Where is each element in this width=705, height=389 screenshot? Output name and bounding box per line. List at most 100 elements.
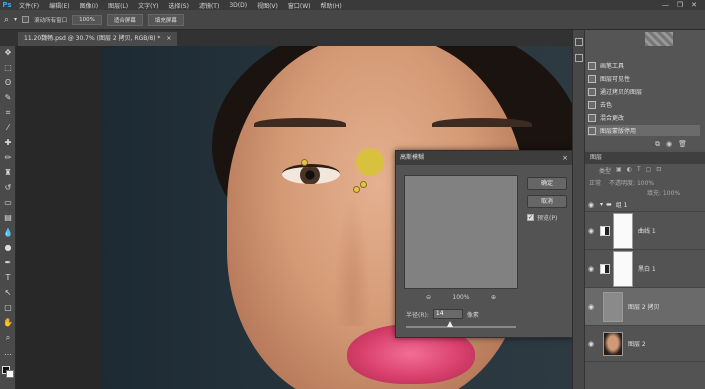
color-sampler-pin[interactable] bbox=[360, 181, 367, 188]
layer-row[interactable]: ◉ 图层 2 bbox=[585, 326, 705, 362]
layer-visibility-icon[interactable]: ◉ bbox=[585, 265, 597, 273]
radius-slider-track[interactable] bbox=[406, 326, 516, 328]
layer-mask-thumbnail[interactable] bbox=[613, 250, 633, 287]
filter-adjustment-icon[interactable]: ◐ bbox=[627, 166, 632, 175]
history-brush-tool-icon[interactable]: ↺ bbox=[2, 183, 14, 193]
clone-stamp-tool-icon[interactable]: ♜ bbox=[2, 168, 14, 178]
layer-row-selected[interactable]: ◉ 图层 2 拷贝 bbox=[585, 288, 705, 326]
pen-tool-icon[interactable]: ✒ bbox=[2, 258, 14, 268]
opacity-field[interactable]: 不透明度: 100% bbox=[609, 178, 654, 187]
history-item-active[interactable]: 图层蒙版停用 bbox=[588, 125, 700, 136]
menu-view[interactable]: 视图(V) bbox=[252, 1, 283, 10]
layer-visibility-icon[interactable]: ◉ bbox=[585, 227, 597, 235]
preview-zoom-row: ⊖ 100% ⊕ bbox=[426, 294, 496, 301]
dialog-close-icon[interactable]: × bbox=[562, 151, 568, 165]
more-tools-icon[interactable]: … bbox=[2, 348, 14, 358]
filter-smart-icon[interactable]: ⊡ bbox=[656, 166, 661, 175]
maximize-button[interactable]: ❐ bbox=[677, 1, 683, 9]
layer-group-row[interactable]: ◉ ▾ ▬ 组 1 bbox=[585, 198, 705, 212]
eraser-tool-icon[interactable]: ▭ bbox=[2, 198, 14, 208]
color-sampler-pin[interactable] bbox=[301, 159, 308, 166]
dialog-title-bar[interactable]: 高斯模糊 × bbox=[396, 151, 572, 165]
new-document-from-state-icon[interactable]: ⧉ bbox=[655, 140, 660, 149]
type-tool-icon[interactable]: T bbox=[2, 273, 14, 283]
zoom-out-icon[interactable]: ⊖ bbox=[426, 294, 431, 301]
dodge-tool-icon[interactable]: ● bbox=[2, 243, 14, 253]
layers-tab[interactable]: 图层 bbox=[585, 152, 705, 164]
menu-type[interactable]: 文字(Y) bbox=[133, 1, 163, 10]
history-item[interactable]: 图层可见性 bbox=[588, 73, 630, 84]
layer-row[interactable]: ◉ 曲线 1 bbox=[585, 212, 705, 250]
lasso-tool-icon[interactable]: ʘ bbox=[2, 78, 14, 88]
zoom-tool-icon[interactable]: ⌕ bbox=[4, 15, 9, 25]
filter-shape-icon[interactable]: ▢ bbox=[646, 166, 652, 175]
marquee-tool-icon[interactable]: ⬚ bbox=[2, 63, 14, 73]
filter-pixel-icon[interactable]: ▣ bbox=[616, 166, 622, 175]
crop-tool-icon[interactable]: ⌗ bbox=[2, 108, 14, 118]
menu-image[interactable]: 图像(I) bbox=[75, 1, 103, 10]
blur-preview-area[interactable] bbox=[404, 175, 518, 289]
color-sampler-pin[interactable] bbox=[353, 186, 360, 193]
layer-visibility-icon[interactable]: ◉ bbox=[585, 303, 597, 311]
layer-row[interactable]: ◉ 黑白 1 bbox=[585, 250, 705, 288]
preview-checkbox[interactable]: ✓ bbox=[527, 214, 534, 221]
scroll-all-windows-checkbox[interactable] bbox=[22, 16, 30, 23]
properties-panel-icon[interactable] bbox=[575, 54, 583, 62]
rectangle-tool-icon[interactable]: ▢ bbox=[2, 303, 14, 313]
zoom-100-button[interactable]: 100% bbox=[72, 14, 102, 25]
group-expand-icon[interactable]: ▾ bbox=[600, 201, 603, 208]
radius-slider-thumb[interactable] bbox=[447, 321, 453, 327]
trash-icon[interactable]: 🗑 bbox=[678, 140, 687, 149]
healing-brush-tool-icon[interactable]: ✚ bbox=[2, 138, 14, 148]
fill-field[interactable]: 填充: 100% bbox=[647, 190, 680, 197]
cancel-button[interactable]: 取消 bbox=[527, 195, 567, 208]
brush-tool-icon[interactable]: ✏ bbox=[2, 153, 14, 163]
menu-window[interactable]: 窗口(W) bbox=[283, 1, 316, 10]
filter-type-icon[interactable]: T bbox=[637, 166, 641, 175]
zoom-tool-icon[interactable]: ⌕ bbox=[2, 333, 14, 343]
layer-filter-kind[interactable]: 类型 bbox=[599, 166, 611, 175]
history-item[interactable]: 画笔工具 bbox=[588, 60, 624, 71]
menu-layer[interactable]: 图层(L) bbox=[103, 1, 133, 10]
menu-3d[interactable]: 3D(D) bbox=[224, 2, 252, 9]
eyedropper-tool-icon[interactable]: ⁄ bbox=[2, 123, 14, 133]
blend-mode-select[interactable]: 正常 bbox=[589, 178, 601, 187]
layer-thumbnail[interactable] bbox=[603, 331, 623, 356]
layer-mask-thumbnail[interactable] bbox=[613, 212, 633, 249]
fit-screen-button[interactable]: 适合屏幕 bbox=[106, 13, 143, 26]
hand-tool-icon[interactable]: ✋ bbox=[2, 318, 14, 328]
preview-checkbox-label: 预览(P) bbox=[537, 215, 558, 222]
zoom-in-icon[interactable]: ⊕ bbox=[491, 294, 496, 301]
ok-button[interactable]: 确定 bbox=[527, 177, 567, 190]
gradient-tool-icon[interactable]: ▤ bbox=[2, 213, 14, 223]
minimize-button[interactable]: — bbox=[662, 1, 669, 9]
close-window-button[interactable]: ✕ bbox=[691, 1, 697, 9]
history-item[interactable]: 混合更改 bbox=[588, 112, 624, 123]
blur-tool-icon[interactable]: 💧 bbox=[2, 228, 14, 238]
tool-preset-dropdown-icon[interactable]: ▾ bbox=[14, 16, 17, 23]
menu-select[interactable]: 选择(S) bbox=[163, 1, 194, 10]
menu-file[interactable]: 文件(F) bbox=[14, 1, 44, 10]
layer-visibility-icon[interactable]: ◉ bbox=[585, 201, 597, 209]
history-item[interactable]: 去色 bbox=[588, 99, 612, 110]
quick-select-tool-icon[interactable]: ✎ bbox=[2, 93, 14, 103]
layer-name: 图层 2 拷贝 bbox=[628, 304, 660, 311]
history-panel-icon[interactable] bbox=[575, 38, 583, 46]
fill-screen-button[interactable]: 填充屏幕 bbox=[147, 13, 184, 26]
menu-filter[interactable]: 滤镜(T) bbox=[194, 1, 224, 10]
layer-thumbnail[interactable] bbox=[603, 291, 623, 322]
menu-edit[interactable]: 编辑(E) bbox=[44, 1, 74, 10]
layer-visibility-icon[interactable]: ◉ bbox=[585, 340, 597, 348]
path-select-tool-icon[interactable]: ↖ bbox=[2, 288, 14, 298]
menu-help[interactable]: 帮助(H) bbox=[316, 1, 347, 10]
radius-input[interactable]: 14 bbox=[432, 309, 463, 319]
history-item[interactable]: 通过拷贝的图层 bbox=[588, 86, 642, 97]
document-tab-close-icon[interactable]: × bbox=[166, 35, 171, 42]
preview-checkbox-row: ✓ 预览(P) bbox=[527, 213, 557, 222]
scroll-all-windows-label: 滚动所有窗口 bbox=[34, 17, 68, 24]
history-snapshot-thumbnail[interactable] bbox=[645, 32, 673, 46]
camera-snapshot-icon[interactable]: ◉ bbox=[666, 140, 672, 149]
document-tab[interactable]: 11.20魏畅.psd @ 30.7% (图层 2 拷贝, RGB/8) * × bbox=[18, 32, 178, 46]
move-tool-icon[interactable]: ✥ bbox=[2, 48, 14, 58]
background-color-swatch[interactable] bbox=[6, 370, 14, 378]
